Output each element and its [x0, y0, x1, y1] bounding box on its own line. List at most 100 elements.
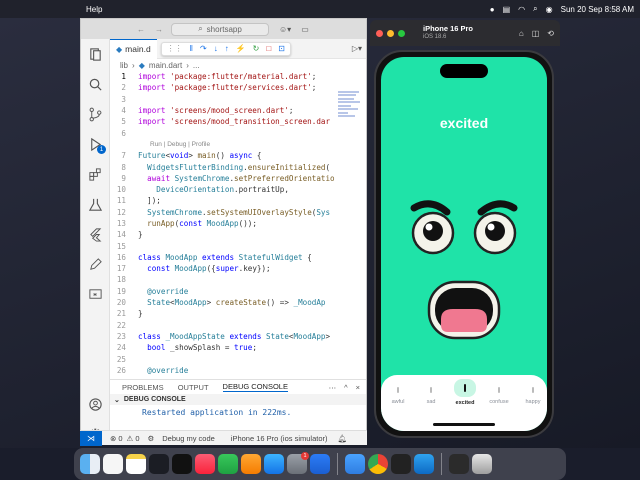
help-menu[interactable]: Help — [86, 5, 102, 14]
step-out-icon[interactable]: ↑ — [225, 44, 229, 53]
code-text: } — [138, 230, 143, 240]
testing-icon[interactable] — [81, 189, 110, 219]
step-over-icon[interactable]: ↷ — [200, 44, 207, 53]
music-icon[interactable] — [195, 454, 215, 474]
code-line: 22 — [110, 320, 366, 331]
bell-icon[interactable]: 🔔︎ — [338, 434, 348, 443]
nav-item-happy[interactable]: happy — [518, 383, 547, 405]
nav-item-excited[interactable]: excited — [450, 379, 480, 406]
remote-explorer-icon[interactable] — [81, 279, 110, 309]
unity-icon[interactable] — [391, 454, 411, 474]
device-status[interactable]: iPhone 16 Pro (ios simulator) — [231, 434, 328, 443]
finder-icon[interactable] — [80, 454, 100, 474]
line-number: 19 — [116, 286, 126, 296]
code-line: 10 DeviceOrientation.portraitUp, — [110, 184, 366, 195]
copilot-icon[interactable]: ☺▾ — [279, 25, 291, 34]
step-into-icon[interactable]: ↓ — [214, 44, 218, 53]
device-name: iPhone 16 Pro — [423, 24, 474, 33]
account-icon[interactable] — [81, 389, 110, 419]
drag-handle-icon[interactable]: ⋮⋮ — [167, 44, 183, 53]
extensions-icon[interactable] — [81, 159, 110, 189]
restart-icon[interactable]: ↻ — [253, 44, 260, 53]
trash-icon[interactable] — [472, 454, 492, 474]
pencil-icon[interactable] — [81, 249, 110, 279]
quicktime-icon[interactable] — [310, 454, 330, 474]
debug-config-status[interactable]: Debug my code — [162, 434, 215, 443]
remote-indicator-icon[interactable]: ⋊ — [80, 430, 102, 446]
reminders-icon[interactable] — [103, 454, 123, 474]
siri-icon[interactable]: ◉ — [546, 5, 553, 14]
close-button[interactable] — [376, 29, 383, 37]
screen-icon[interactable] — [449, 454, 469, 474]
search-icon[interactable]: ⌕ — [533, 4, 537, 14]
nav-item-label: sad — [426, 399, 436, 405]
maximize-panel-icon[interactable]: ^ — [344, 383, 348, 392]
back-arrow-icon[interactable]: ← — [137, 25, 145, 34]
record-icon[interactable]: ● — [490, 5, 495, 14]
screenshot-icon[interactable]: ◫ — [532, 29, 540, 38]
explorer-icon[interactable] — [81, 39, 110, 69]
line-number: 18 — [116, 275, 126, 285]
nav-item-confuse[interactable]: confuse — [484, 383, 514, 405]
menu-clock[interactable]: Sun 20 Sep 8:58 AM — [561, 5, 634, 14]
close-panel-icon[interactable]: × — [356, 383, 360, 392]
wifi-icon[interactable]: ◠ — [518, 5, 525, 14]
more-actions-icon[interactable]: ⋯ — [329, 383, 337, 392]
status-bar: ⋊ ⊗ 0 ⚠ 0 ⚙ Debug my code iPhone 16 Pro … — [80, 430, 367, 446]
nav-item-awful[interactable]: awful — [383, 383, 413, 405]
editor-tabs: ◆ main.d ⋮⋮ ‖ ↷ ↓ ↑ ⚡ ↻ □ ⊡ ▷▾ — [110, 38, 366, 59]
tab-label: main.d — [125, 44, 151, 54]
notes-icon[interactable] — [126, 454, 146, 474]
tv-icon[interactable] — [172, 454, 192, 474]
tab-output[interactable]: OUTPUT — [178, 383, 209, 392]
breadcrumb-more[interactable]: ... — [193, 61, 200, 70]
warnings-icon[interactable]: ⚠ 0 — [127, 434, 140, 443]
numbers-icon[interactable] — [218, 454, 238, 474]
errors-icon[interactable]: ⊗ 0 — [110, 434, 123, 443]
vscode-icon[interactable] — [414, 454, 434, 474]
control-center-icon[interactable]: ▤ — [503, 5, 511, 14]
pages-icon[interactable] — [241, 454, 261, 474]
run-dropdown-icon[interactable]: ▷▾ — [352, 44, 362, 53]
source-control-icon[interactable] — [81, 99, 110, 129]
debug-icon[interactable]: ⚙ — [148, 434, 155, 443]
code-editor[interactable]: 1 import 'package:flutter/material.dart';… — [110, 71, 366, 379]
home-indicator[interactable] — [433, 423, 495, 426]
codelens[interactable]: Run | Debug | Profile — [110, 139, 366, 150]
stocks-icon[interactable] — [149, 454, 169, 474]
debug-console-header[interactable]: ⌄ DEBUG CONSOLE — [110, 394, 366, 405]
run-debug-icon[interactable]: 1 — [81, 129, 110, 159]
code-line: 5 import 'screens/mood_transition_screen.… — [110, 116, 366, 127]
search-icon[interactable] — [81, 69, 110, 99]
zoom-button[interactable] — [398, 29, 405, 37]
app-screen[interactable]: excited awful sad excited confuse happy — [381, 57, 547, 431]
home-icon[interactable]: ⌂ — [519, 29, 524, 38]
command-center-search[interactable]: ⌕ shortsapp — [171, 22, 269, 36]
tab-problems[interactable]: PROBLEMS — [122, 383, 164, 392]
appstore-icon[interactable] — [264, 454, 284, 474]
activity-bar: 1 — [81, 39, 110, 444]
breadcrumb-folder[interactable]: lib — [120, 61, 128, 70]
minimap[interactable] — [338, 89, 364, 139]
forward-arrow-icon[interactable]: → — [155, 25, 163, 34]
flutter-icon[interactable] — [81, 219, 110, 249]
hot-reload-icon[interactable]: ⚡ — [236, 44, 246, 53]
search-icon: ⌕ — [198, 24, 203, 33]
minimize-button[interactable] — [387, 29, 394, 37]
nav-item-label: awful — [391, 399, 405, 405]
tab-main-dart[interactable]: ◆ main.d — [110, 38, 157, 59]
files-icon[interactable] — [345, 454, 365, 474]
code-line: 6 — [110, 127, 366, 138]
line-number: 6 — [121, 128, 126, 138]
settings-icon[interactable]: 1 — [287, 452, 309, 474]
layout-icon[interactable]: ▭ — [301, 25, 309, 34]
rotate-icon[interactable]: ⟲ — [547, 29, 554, 38]
tab-debug-console[interactable]: DEBUG CONSOLE — [222, 382, 288, 392]
editor-area: ◆ main.d ⋮⋮ ‖ ↷ ↓ ↑ ⚡ ↻ □ ⊡ ▷▾ lib › ◆ m… — [110, 38, 366, 379]
devtools-icon[interactable]: ⊡ — [278, 44, 285, 53]
chrome-icon[interactable] — [368, 454, 388, 474]
nav-item-sad[interactable]: sad — [416, 383, 446, 405]
stop-icon[interactable]: □ — [266, 44, 271, 53]
breadcrumb-file[interactable]: main.dart — [149, 61, 182, 70]
pause-icon[interactable]: ‖ — [190, 44, 193, 53]
